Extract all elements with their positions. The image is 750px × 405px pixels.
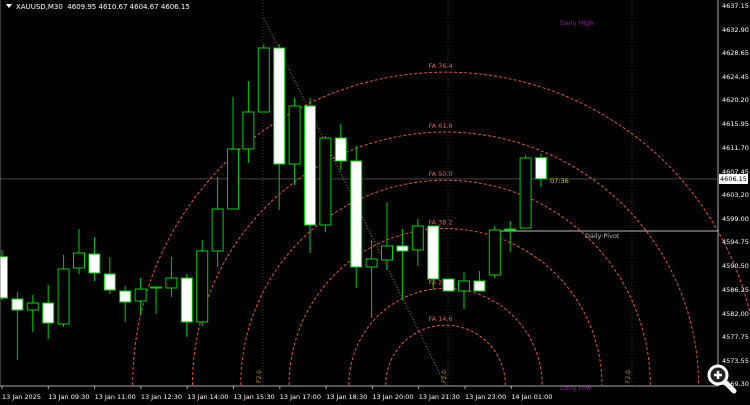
candle-bullish[interactable]: [257, 47, 270, 113]
price-chart[interactable]: F2.0 F2.0 F2.0 Daily Pivot Daily High Daily L…: [0, 0, 750, 405]
close-value: 4606.15: [160, 3, 190, 11]
separator-label: F2.0: [256, 370, 263, 383]
fan-level-label: FA 61.8: [429, 122, 453, 130]
time-tick-label: 13 Jan 2025: [2, 393, 41, 401]
fan-level-label: FA 14.6: [429, 315, 453, 323]
bar-timer: 07:36: [550, 177, 569, 185]
time-tick-label: 13 Jan 17:00: [279, 393, 321, 401]
candle-bearish[interactable]: [334, 137, 347, 162]
candle-bullish[interactable]: [319, 137, 332, 226]
candle-bullish[interactable]: [458, 280, 470, 292]
time-tick-label: 13 Jan 14:00: [187, 393, 229, 401]
candle-bullish[interactable]: [196, 250, 209, 323]
fan-level-label: FA 76.4: [429, 62, 453, 70]
price-tick-label: 4628.65: [722, 49, 749, 58]
price-tick-label: 4599.00: [722, 214, 749, 223]
candle-bullish[interactable]: [488, 229, 501, 276]
time-tick-label: 14 Jan 01:00: [511, 393, 553, 401]
high-value: 4610.67: [98, 3, 128, 11]
time-tick-label: 13 Jan 21:30: [418, 393, 460, 401]
candle-bullish[interactable]: [365, 258, 378, 268]
candle-bullish[interactable]: [134, 288, 147, 302]
daily-high-label: Daily High: [560, 19, 593, 27]
price-tick-label: 4624.45: [722, 72, 749, 81]
candle-bearish[interactable]: [103, 273, 116, 291]
candle-bearish[interactable]: [88, 253, 101, 274]
candle-bullish[interactable]: [73, 252, 85, 269]
candle-bearish[interactable]: [396, 245, 409, 252]
candle-bearish[interactable]: [473, 280, 486, 292]
time-tick-label: 13 Jan 11:00: [94, 393, 136, 401]
candle-bullish[interactable]: [504, 228, 517, 231]
price-tick-label: 4594.75: [722, 238, 749, 247]
fan-arc[interactable]: [288, 228, 603, 385]
candle-bearish[interactable]: [119, 290, 132, 303]
dropdown-triangle-icon[interactable]: [6, 4, 12, 8]
price-tick-label: 4586.25: [722, 285, 749, 294]
candle-bearish[interactable]: [11, 298, 24, 311]
zoom-button[interactable]: [704, 361, 738, 395]
price-tick-label: 4637.15: [722, 1, 749, 10]
fan-level-label: FA 38.2: [429, 219, 453, 227]
candle-bullish[interactable]: [227, 148, 239, 210]
candle-bearish[interactable]: [0, 256, 8, 299]
candle-bullish[interactable]: [150, 286, 162, 289]
time-tick-label: 13 Jan 09:30: [48, 393, 90, 401]
price-tick-label: 4611.70: [722, 143, 749, 152]
low-value: 4604.67: [129, 3, 159, 11]
price-tick-label: 4582.00: [722, 309, 749, 318]
candle-bullish[interactable]: [57, 268, 70, 325]
symbol-label: XAUUSD,M30: [16, 3, 63, 11]
price-tick-label: 4603.20: [722, 191, 749, 200]
candle-bullish[interactable]: [381, 245, 393, 261]
candle-bearish[interactable]: [180, 277, 193, 323]
candle-bearish[interactable]: [304, 105, 316, 226]
current-price-label: 4606.15: [719, 174, 748, 184]
time-tick-label: 13 Jan 15:30: [233, 393, 275, 401]
price-tick-label: 4620.20: [722, 96, 749, 105]
candle-bearish[interactable]: [427, 225, 440, 280]
chart-header: XAUUSD,M30 4609.95 4610.67 4604.67 4606.…: [6, 3, 190, 11]
time-tick-label: 13 Jan 20:00: [372, 393, 414, 401]
time-tick-label: 13 Jan 12:30: [140, 393, 183, 401]
candle-bullish[interactable]: [411, 225, 424, 251]
separator-label: F2.0: [441, 370, 448, 383]
price-tick-label: 4577.75: [722, 333, 749, 342]
candle-bearish[interactable]: [42, 302, 55, 324]
candle-bullish[interactable]: [165, 277, 178, 289]
candle-bearish[interactable]: [535, 157, 547, 180]
candle-bearish[interactable]: [273, 47, 286, 165]
price-tick-label: 4615.95: [722, 120, 749, 129]
candle-bullish[interactable]: [519, 157, 532, 229]
candle-bullish[interactable]: [242, 111, 255, 150]
daily-pivot-label: Daily Pivot: [585, 232, 620, 240]
time-tick-label: 13 Jan 18:30: [326, 393, 368, 401]
time-tick-label: 13 Jan 23:00: [465, 393, 507, 401]
candle-bullish[interactable]: [26, 302, 39, 311]
open-value: 4609.95: [67, 3, 97, 11]
price-tick-label: 4590.50: [722, 262, 749, 271]
separator-label: F2.0: [625, 370, 632, 383]
candle-bullish[interactable]: [211, 208, 224, 252]
candle-bearish[interactable]: [442, 278, 455, 292]
price-tick-label: 4632.90: [722, 25, 749, 34]
candle-bullish[interactable]: [288, 105, 301, 165]
fan-level-label: FA 50.0: [429, 170, 453, 178]
candle-bearish[interactable]: [350, 160, 363, 268]
daily-low-label: Daily Low: [560, 384, 592, 392]
magnifier-plus-icon: [707, 364, 737, 394]
